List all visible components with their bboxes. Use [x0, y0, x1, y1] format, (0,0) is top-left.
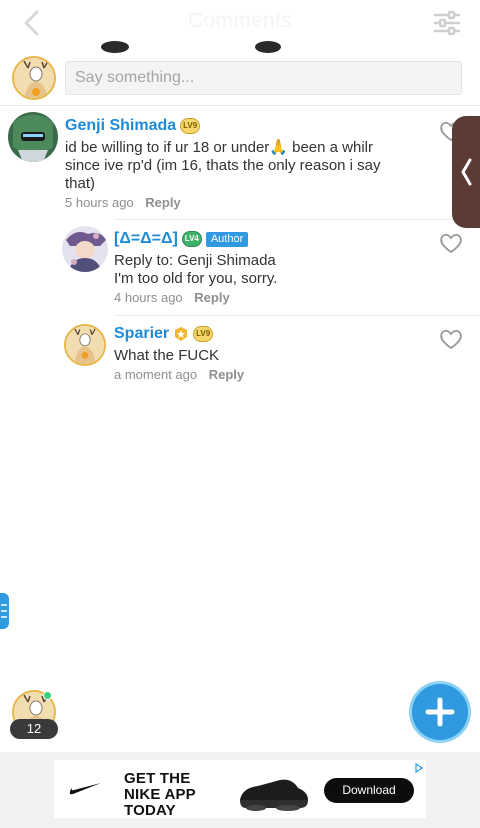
level-badge: LV9 — [180, 118, 201, 134]
timestamp: 5 hours ago — [65, 195, 134, 210]
timestamp: 4 hours ago — [114, 290, 183, 305]
author-avatar-icon — [62, 226, 108, 272]
deer-avatar-icon — [14, 58, 54, 98]
comment-text: id be willing to if ur 18 or under🙏 been… — [65, 139, 381, 192]
reply-button[interactable]: Reply — [209, 367, 244, 382]
comment-text: Reply to: Genji Shimada I'm too old for … — [114, 252, 278, 287]
plus-icon — [425, 697, 455, 727]
reply-button[interactable]: Reply — [145, 195, 180, 210]
username[interactable]: Sparier — [114, 325, 169, 343]
comment-meta: 4 hours ago Reply — [114, 290, 230, 305]
timestamp: a moment ago — [114, 367, 198, 382]
comment-item: [Δ=Δ=Δ] LV4 Author Reply to: Genji Shima… — [0, 220, 480, 314]
ad-title: GET THE NIKE APP TODAY — [124, 770, 196, 819]
comment-item: Sparier LV9 What the FUCK a moment ago R… — [0, 316, 480, 396]
sliders-icon[interactable] — [432, 10, 462, 36]
heart-icon[interactable] — [438, 231, 464, 255]
chevron-left-icon — [461, 158, 472, 186]
comment-header: Genji Shimada LV9 — [65, 117, 201, 135]
author-badge: Author — [205, 231, 249, 247]
header-bar: Comments — [0, 0, 480, 53]
comment-header: [Δ=Δ=Δ] LV4 Author — [114, 230, 249, 248]
download-button[interactable]: Download — [324, 778, 414, 803]
username[interactable]: Genji Shimada — [65, 117, 176, 135]
level-badge: LV4 — [181, 231, 202, 247]
comment-meta: 5 hours ago Reply — [65, 195, 181, 210]
reply-button[interactable]: Reply — [194, 290, 229, 305]
online-indicator — [43, 691, 52, 700]
ad-choices-icon[interactable] — [414, 763, 424, 773]
nike-logo-icon — [69, 783, 101, 795]
notification-count[interactable]: 12 — [10, 719, 58, 739]
ad-banner: GET THE NIKE APP TODAY Download — [0, 752, 480, 828]
comment-item: Genji Shimada LV9 id be willing to if ur… — [0, 108, 480, 218]
sneaker-image — [240, 779, 308, 811]
heart-icon[interactable] — [438, 327, 464, 351]
side-panel-handle[interactable] — [452, 116, 480, 228]
menu-tab[interactable] — [0, 593, 9, 629]
comment-header: Sparier LV9 — [114, 325, 214, 343]
genji-avatar-icon — [8, 112, 58, 162]
avatar[interactable] — [62, 226, 108, 272]
page-title: Comments — [188, 9, 292, 32]
compose-bar — [0, 52, 480, 106]
level-badge: LV9 — [193, 326, 214, 342]
comment-meta: a moment ago Reply — [114, 367, 244, 382]
add-button[interactable] — [412, 684, 468, 740]
menu-icon — [1, 604, 7, 618]
avatar[interactable] — [12, 56, 56, 100]
ad-content[interactable]: GET THE NIKE APP TODAY Download — [54, 760, 426, 819]
comment-text: What the FUCK — [114, 347, 220, 364]
comment-input[interactable] — [65, 61, 462, 95]
star-badge-icon — [175, 327, 188, 341]
avatar[interactable] — [8, 112, 58, 162]
username[interactable]: [Δ=Δ=Δ] — [114, 230, 178, 248]
deer-avatar-icon — [66, 326, 104, 364]
avatar[interactable] — [64, 324, 106, 366]
